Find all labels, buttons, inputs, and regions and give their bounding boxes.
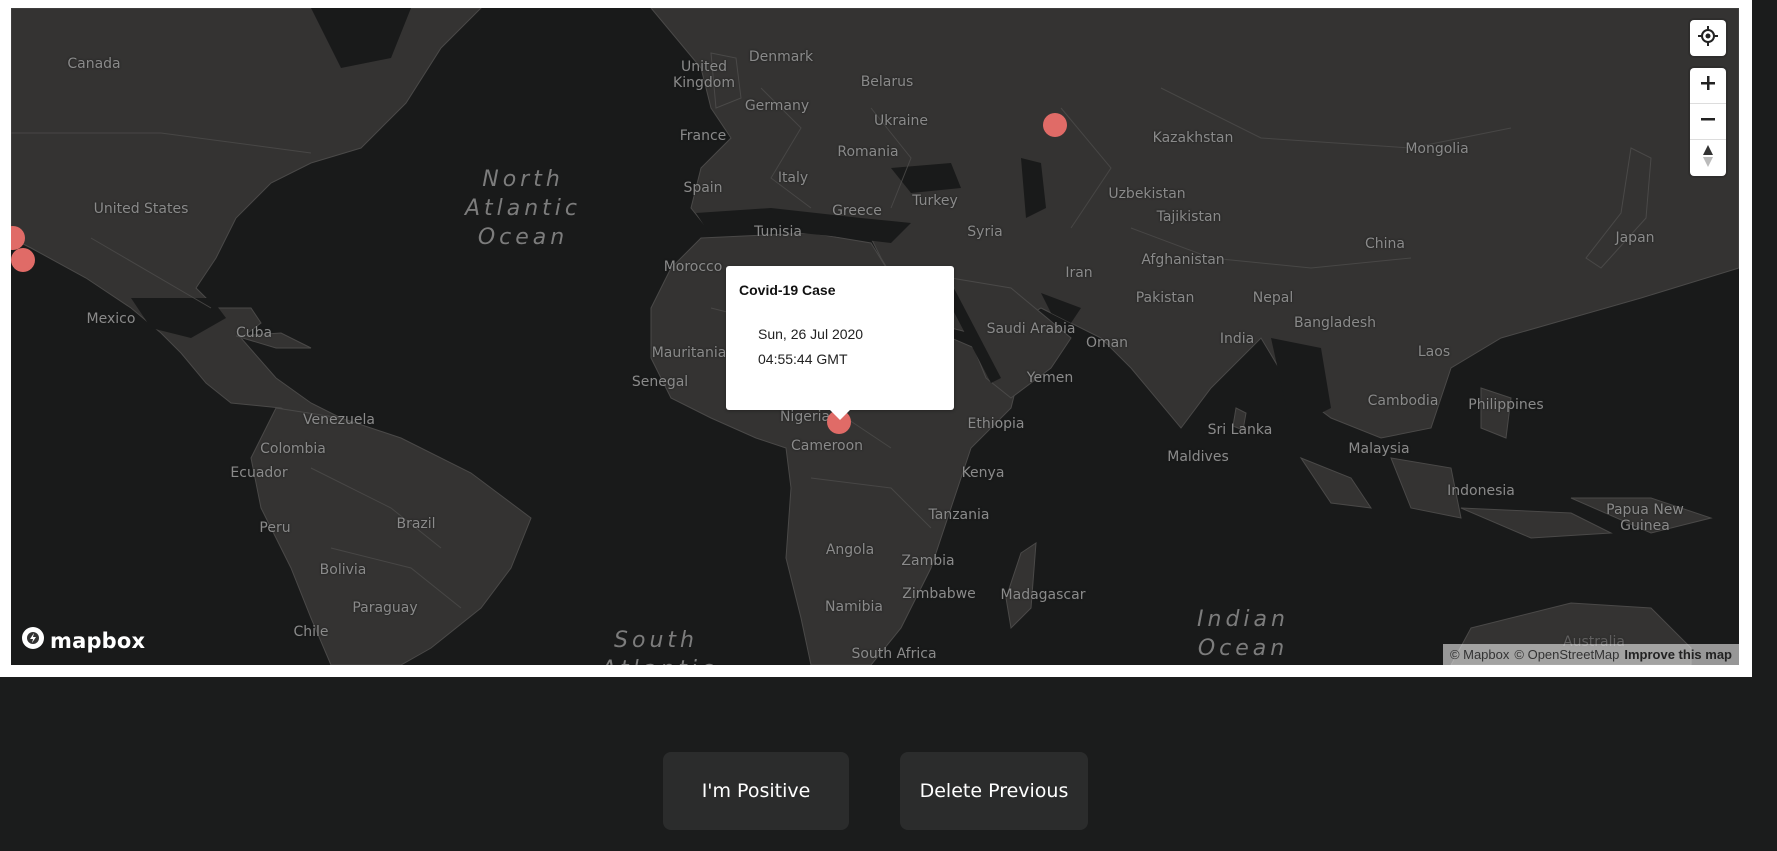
map-label-zambia: Zambia — [901, 553, 955, 569]
map-label-nepal: Nepal — [1252, 290, 1294, 306]
map-label-kazakhstan: Kazakhstan — [1152, 130, 1234, 146]
map-label-south-atlantic-ocean: South Atlantic Ocean — [601, 628, 713, 665]
geolocate-control — [1690, 20, 1726, 56]
map-label-romania: Romania — [837, 144, 899, 160]
navigation-control — [1690, 68, 1726, 176]
map-label-angola: Angola — [825, 542, 875, 558]
map-canvas[interactable]: Canada United States Mexico Cuba Venezue… — [11, 8, 1739, 665]
map-label-sri-lanka: Sri Lanka — [1207, 422, 1273, 438]
map-label-france: France — [679, 128, 727, 144]
map-label-mauritania: Mauritania — [651, 345, 727, 361]
case-marker[interactable] — [11, 248, 35, 272]
map-label-venezuela: Venezuela — [303, 412, 375, 428]
mapbox-logo[interactable]: mapbox — [21, 626, 145, 655]
map-label-kenya: Kenya — [961, 465, 1005, 481]
map-label-laos: Laos — [1417, 344, 1451, 360]
map-label-india: India — [1219, 331, 1255, 347]
compass-button[interactable] — [1690, 140, 1726, 176]
map-label-greece: Greece — [832, 203, 882, 219]
map-label-turkey: Turkey — [912, 193, 958, 209]
mapbox-logo-text: mapbox — [50, 628, 146, 653]
map-label-cambodia: Cambodia — [1367, 393, 1439, 409]
crosshair-icon — [1698, 25, 1718, 51]
map-label-germany: Germany — [744, 98, 810, 114]
map-label-namibia: Namibia — [825, 599, 883, 615]
zoom-in-button[interactable] — [1690, 68, 1726, 104]
popup-title: Covid-19 Case — [739, 282, 836, 298]
map-frame: Canada United States Mexico Cuba Venezue… — [0, 0, 1752, 677]
map-label-china: China — [1365, 236, 1405, 252]
map-label-bolivia: Bolivia — [319, 562, 367, 578]
map-label-saudi-arabia: Saudi Arabia — [986, 321, 1076, 337]
map-label-ukraine: Ukraine — [873, 113, 929, 129]
map-label-bangladesh: Bangladesh — [1293, 315, 1377, 331]
map-label-ecuador: Ecuador — [230, 465, 288, 481]
map-label-afghanistan: Afghanistan — [1141, 252, 1225, 268]
map-attribution: © Mapbox © OpenStreetMap Improve this ma… — [1442, 644, 1739, 665]
map-label-iran: Iran — [1065, 265, 1093, 281]
map-label-chile: Chile — [293, 624, 329, 640]
zoom-out-button[interactable] — [1690, 104, 1726, 140]
case-marker[interactable] — [1043, 113, 1067, 137]
attribution-mapbox-link[interactable]: © Mapbox — [1450, 647, 1509, 662]
map-label-canada: Canada — [67, 56, 121, 72]
compass-icon — [1702, 144, 1714, 172]
popup-time: 04:55:44 GMT — [758, 351, 848, 367]
case-popup: Covid-19 Case Sun, 26 Jul 2020 04:55:44 … — [726, 266, 954, 420]
map-label-belarus: Belarus — [860, 74, 914, 90]
map-label-united-kingdom: United Kingdom — [673, 59, 735, 91]
map-label-philippines: Philippines — [1468, 397, 1544, 413]
map-label-uzbekistan: Uzbekistan — [1108, 186, 1186, 202]
map-label-cameroon: Cameroon — [790, 438, 864, 454]
map-label-yemen: Yemen — [1026, 370, 1074, 386]
map-label-japan: Japan — [1615, 230, 1655, 246]
map-label-cuba: Cuba — [235, 325, 273, 341]
map-label-paraguay: Paraguay — [352, 600, 418, 616]
map-label-malaysia: Malaysia — [1348, 441, 1410, 457]
map-label-mexico: Mexico — [86, 311, 136, 327]
map-label-spain: Spain — [683, 180, 723, 196]
map-label-maldives: Maldives — [1167, 449, 1229, 465]
improve-map-link[interactable]: Improve this map — [1624, 647, 1732, 662]
map-label-mongolia: Mongolia — [1405, 141, 1469, 157]
map-label-oman: Oman — [1085, 335, 1129, 351]
map-label-syria: Syria — [967, 224, 1003, 240]
map-label-denmark: Denmark — [748, 49, 814, 65]
map-label-tanzania: Tanzania — [928, 507, 990, 523]
minus-icon — [1700, 111, 1716, 132]
map-label-north-atlantic-ocean: North Atlantic Ocean — [464, 167, 582, 250]
map-label-nigeria: Nigeria — [779, 409, 831, 425]
im-positive-button[interactable]: I'm Positive — [663, 752, 849, 830]
attribution-osm-link[interactable]: © OpenStreetMap — [1514, 647, 1619, 662]
map-label-senegal: Senegal — [631, 374, 689, 390]
map-label-madagascar: Madagascar — [1000, 587, 1086, 603]
map-label-indian-ocean: Indian Ocean — [1197, 607, 1289, 661]
map-label-italy: Italy — [777, 170, 809, 186]
map-label-morocco: Morocco — [663, 259, 723, 275]
popup-date: Sun, 26 Jul 2020 — [758, 326, 864, 342]
delete-previous-button[interactable]: Delete Previous — [900, 752, 1088, 830]
mapbox-logo-icon — [21, 626, 45, 655]
map-label-ethiopia: Ethiopia — [967, 416, 1025, 432]
map-label-peru: Peru — [259, 520, 291, 536]
map-label-colombia: Colombia — [260, 441, 326, 457]
map-label-zimbabwe: Zimbabwe — [902, 586, 976, 602]
map-label-pakistan: Pakistan — [1135, 290, 1195, 306]
plus-icon — [1700, 75, 1716, 96]
map-label-south-africa: South Africa — [851, 646, 937, 662]
map-label-tunisia: Tunisia — [754, 224, 802, 240]
map-label-tajikistan: Tajikistan — [1156, 209, 1222, 225]
map-label-papua-new-guinea: Papua New Guinea — [1606, 502, 1684, 534]
map-label-brazil: Brazil — [396, 516, 436, 532]
map-label-indonesia: Indonesia — [1447, 483, 1515, 499]
geolocate-button[interactable] — [1690, 20, 1726, 56]
map-label-united-states: United States — [93, 201, 189, 217]
